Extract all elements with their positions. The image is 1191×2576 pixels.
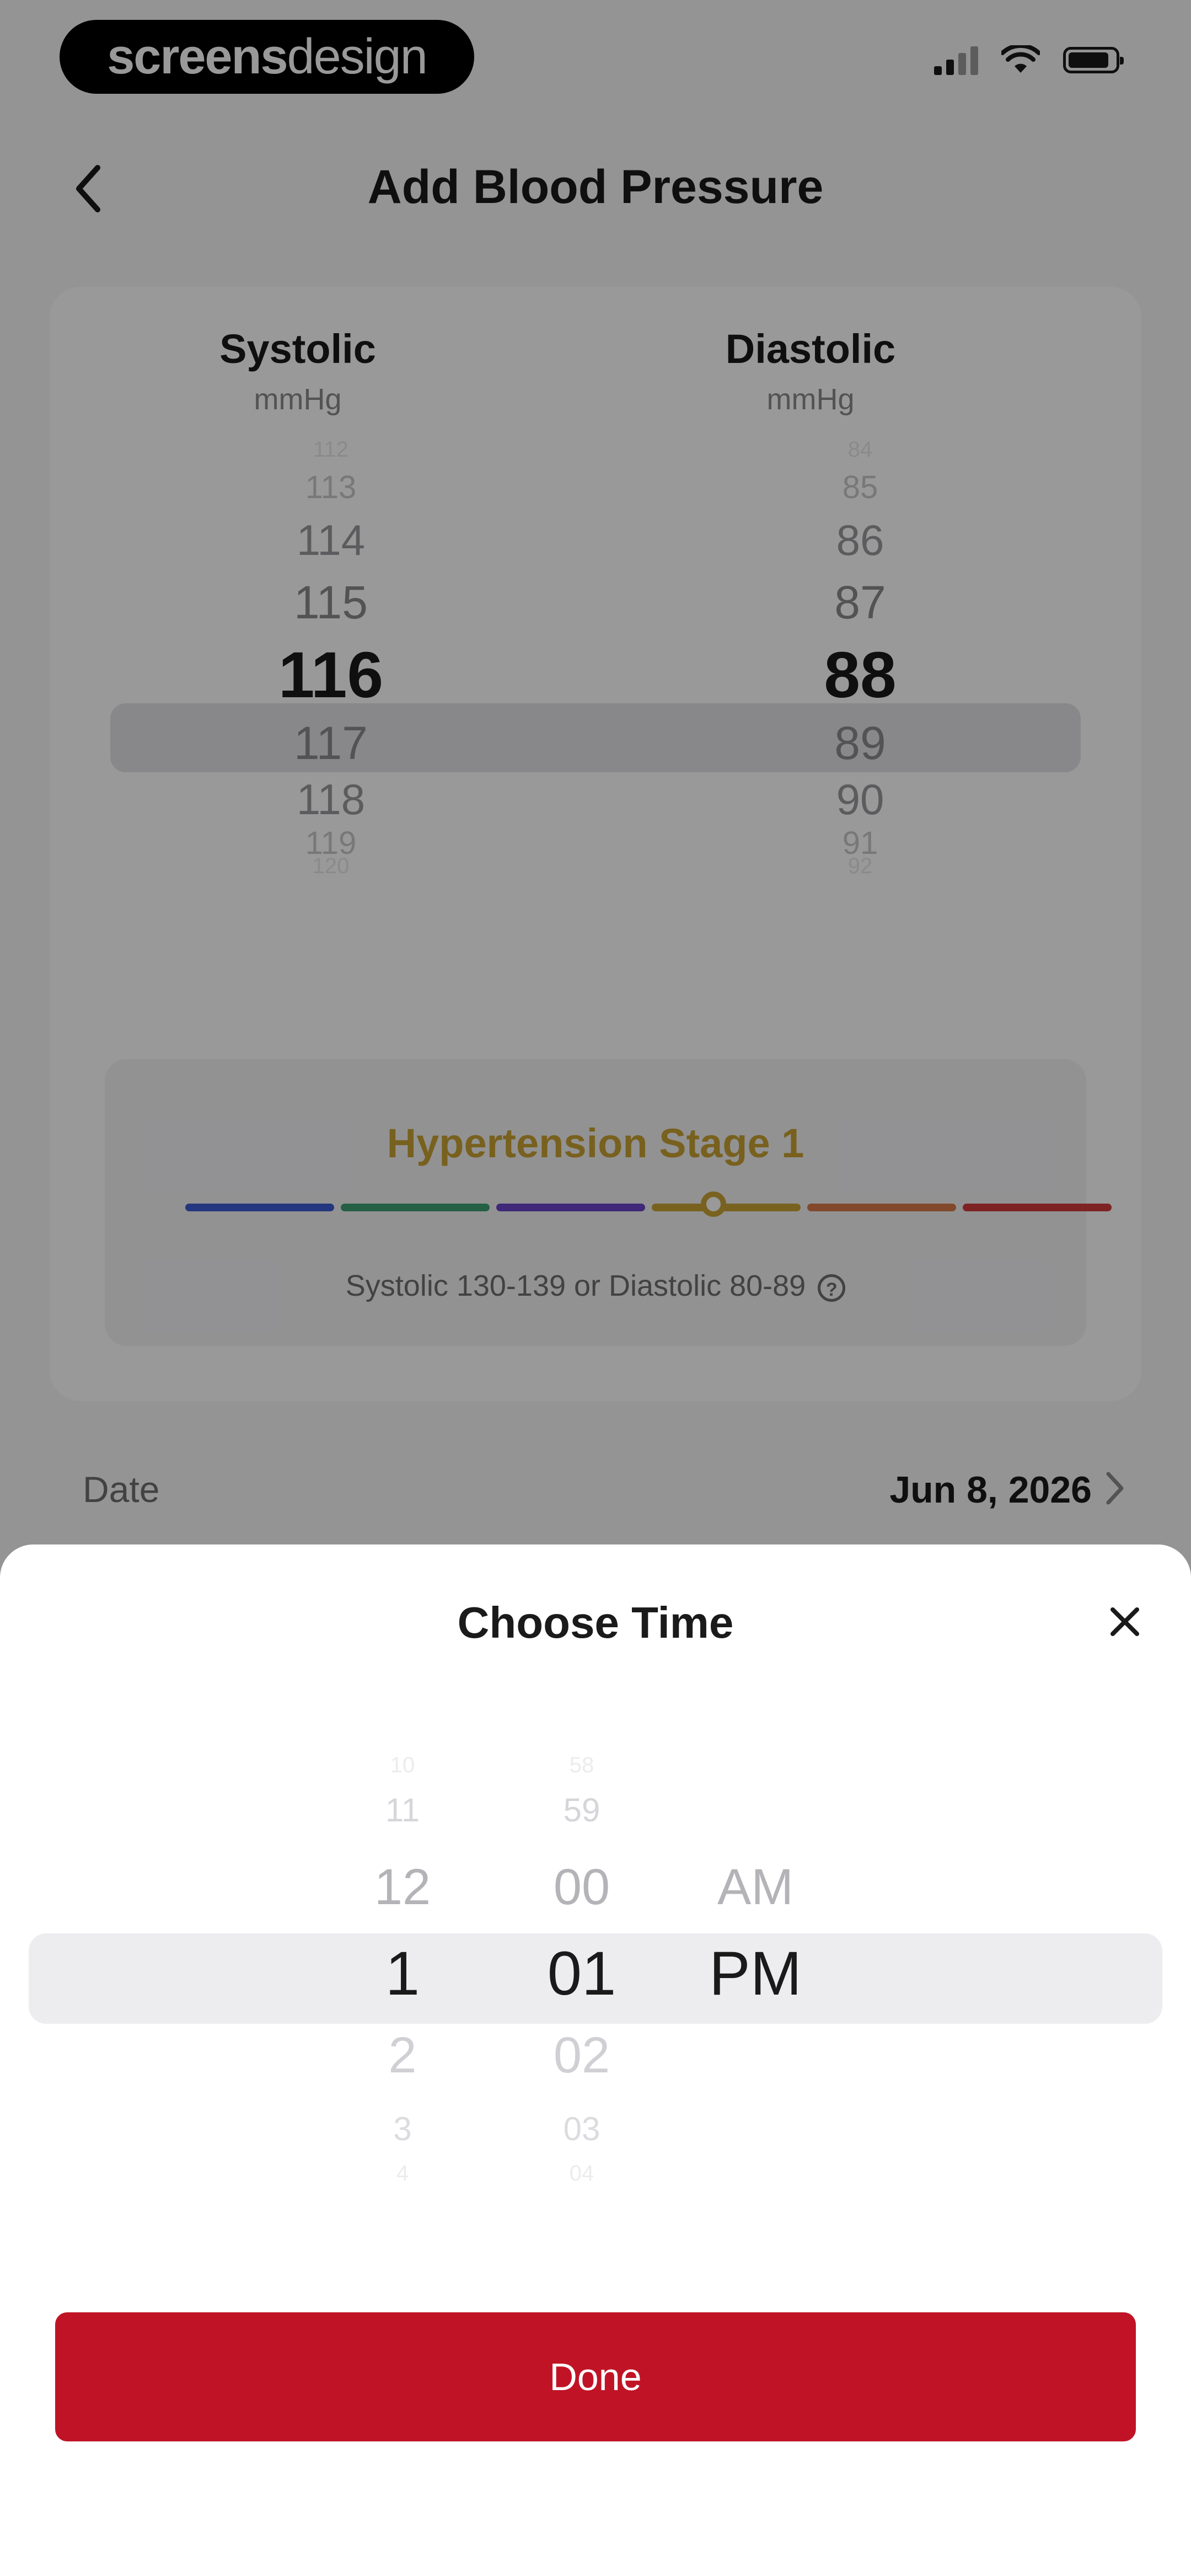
minute-option[interactable]: 00 xyxy=(499,1862,664,1912)
close-button[interactable] xyxy=(1097,1594,1152,1649)
minute-selected[interactable]: 01 xyxy=(499,1943,664,2005)
screen: screens design Add Blood Pressure Systoli… xyxy=(0,0,1191,2576)
hour-option[interactable]: 2 xyxy=(320,2030,485,2081)
sheet-title: Choose Time xyxy=(457,1598,734,1647)
minute-option[interactable]: 04 xyxy=(499,2162,664,2184)
period-selected[interactable]: PM xyxy=(673,1943,838,2005)
close-icon xyxy=(1110,1607,1139,1636)
hour-option[interactable]: 4 xyxy=(320,2162,485,2184)
hour-option[interactable]: 3 xyxy=(320,2113,485,2146)
hour-option[interactable]: 12 xyxy=(320,1862,485,1912)
minute-option[interactable]: 58 xyxy=(499,1754,664,1776)
hour-option[interactable]: 10 xyxy=(320,1754,485,1776)
hour-selected[interactable]: 1 xyxy=(320,1943,485,2005)
choose-time-sheet: Choose Time Done 10 11 12 1 2 3 4 58 59 00 01 02 03 0… xyxy=(0,1544,1191,2576)
period-option[interactable]: AM xyxy=(673,1862,838,1912)
minute-option[interactable]: 02 xyxy=(499,2030,664,2081)
hour-option[interactable]: 11 xyxy=(320,1794,485,1827)
done-button[interactable]: Done xyxy=(55,2312,1136,2441)
minute-option[interactable]: 03 xyxy=(499,2113,664,2146)
minute-option[interactable]: 59 xyxy=(499,1794,664,1827)
